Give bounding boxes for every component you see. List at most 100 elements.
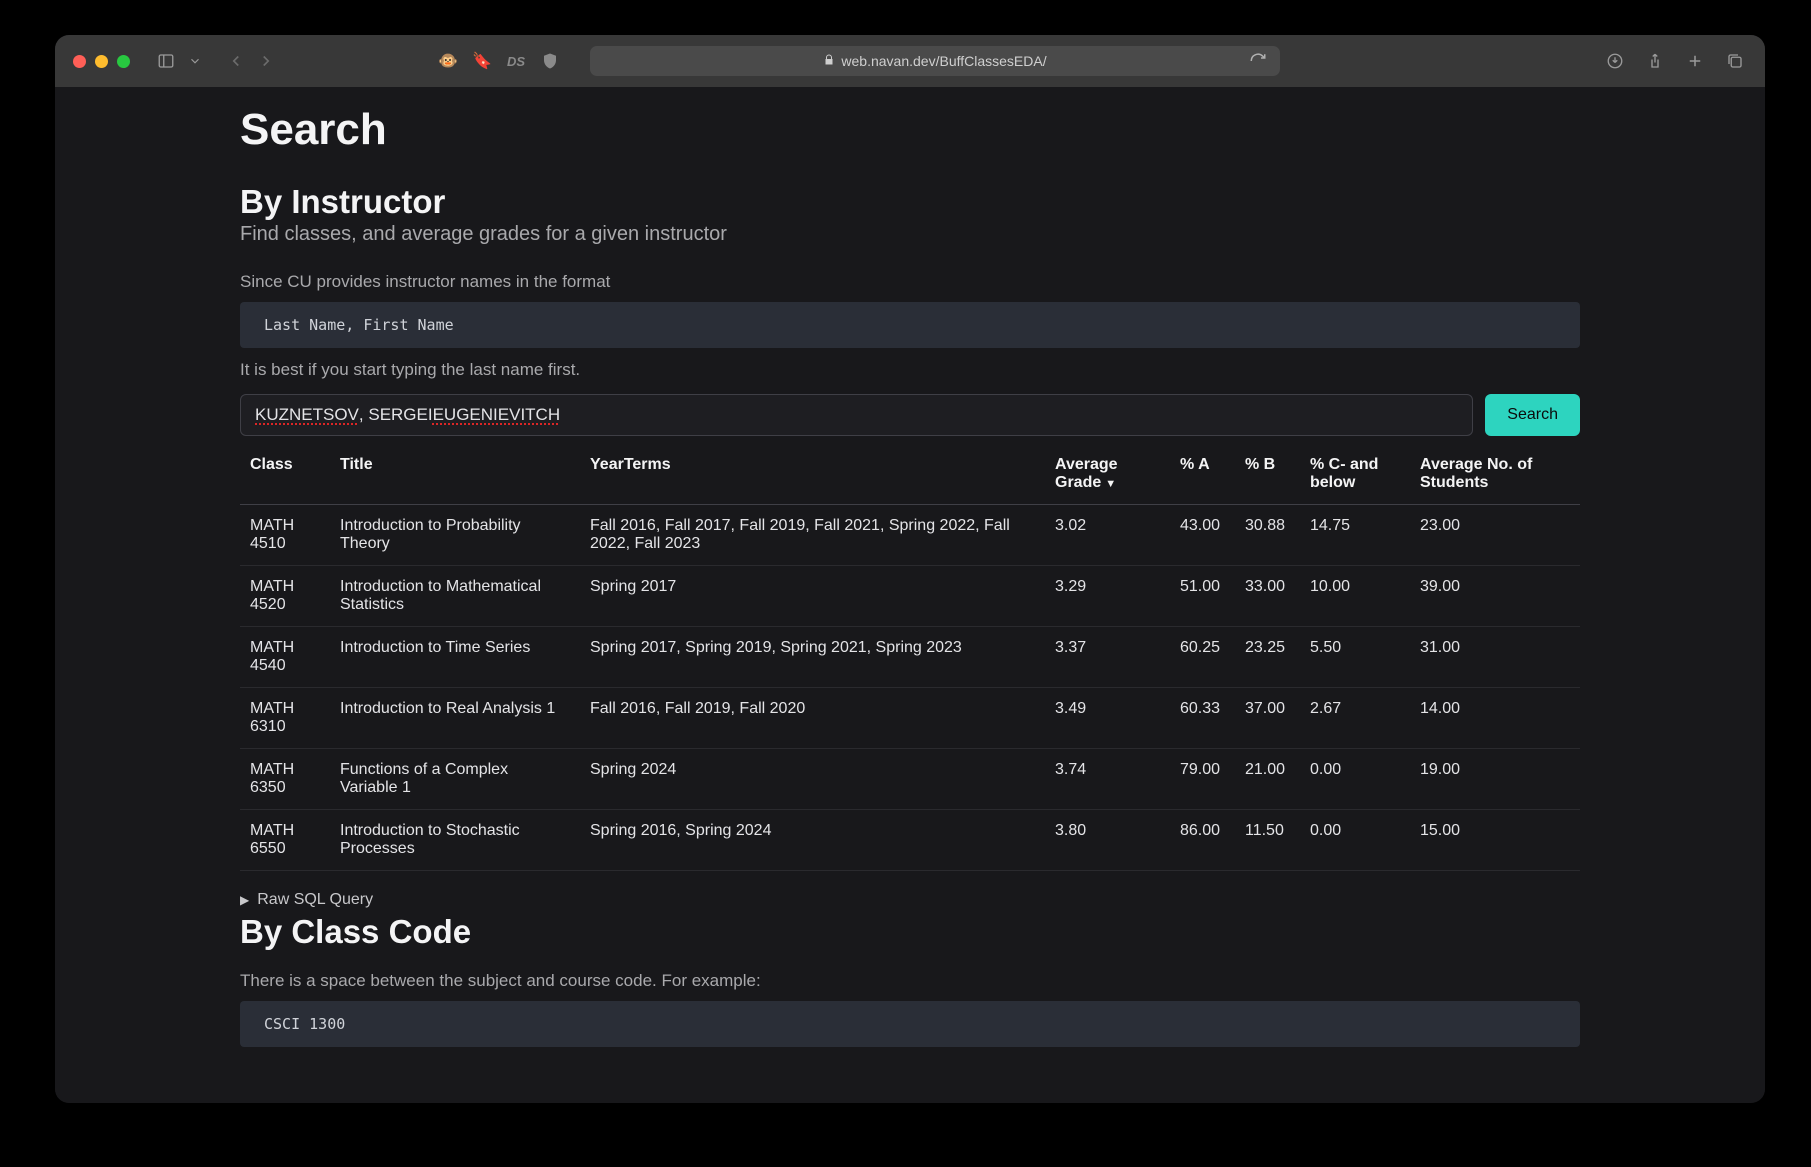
- cell-pct-a: 79.00: [1170, 749, 1235, 810]
- col-header-pct-a[interactable]: % A: [1170, 444, 1235, 505]
- sidebar-toggle-icon[interactable]: [154, 49, 178, 73]
- reload-icon[interactable]: [1246, 49, 1270, 73]
- instructor-subtitle: Find classes, and average grades for a g…: [240, 223, 1580, 246]
- cell-class: MATH 4540: [240, 627, 330, 688]
- shield-icon[interactable]: [538, 49, 562, 73]
- cell-avg: 3.29: [1045, 566, 1170, 627]
- cell-class: MATH 6550: [240, 810, 330, 871]
- cell-pct-a: 86.00: [1170, 810, 1235, 871]
- col-header-students[interactable]: Average No. of Students: [1410, 444, 1580, 505]
- cell-title: Introduction to Probability Theory: [330, 505, 580, 566]
- cell-students: 14.00: [1410, 688, 1580, 749]
- cell-pct-b: 23.25: [1235, 627, 1300, 688]
- cell-pct-b: 30.88: [1235, 505, 1300, 566]
- page-title: Search: [240, 105, 1580, 155]
- tabs-overview-icon[interactable]: [1723, 49, 1747, 73]
- cell-pct-b: 21.00: [1235, 749, 1300, 810]
- cell-class: MATH 6350: [240, 749, 330, 810]
- input-text-part: EUGENIEVITCH: [433, 405, 561, 425]
- lock-icon: [823, 54, 835, 69]
- cell-students: 15.00: [1410, 810, 1580, 871]
- table-row: MATH 4540Introduction to Time SeriesSpri…: [240, 627, 1580, 688]
- cell-pct-a: 60.25: [1170, 627, 1235, 688]
- cell-pct-c: 5.50: [1300, 627, 1410, 688]
- cell-students: 39.00: [1410, 566, 1580, 627]
- cell-avg: 3.02: [1045, 505, 1170, 566]
- downloads-icon[interactable]: [1603, 49, 1627, 73]
- extension-icon-3[interactable]: DS: [504, 49, 528, 73]
- disclosure-triangle-icon: ▶: [240, 893, 249, 907]
- raw-sql-disclosure[interactable]: ▶ Raw SQL Query: [240, 891, 1580, 909]
- cell-students: 19.00: [1410, 749, 1580, 810]
- cell-class: MATH 4510: [240, 505, 330, 566]
- cell-class: MATH 4520: [240, 566, 330, 627]
- cell-avg: 3.74: [1045, 749, 1170, 810]
- cell-avg: 3.37: [1045, 627, 1170, 688]
- maximize-window-button[interactable]: [117, 55, 130, 68]
- cell-title: Introduction to Time Series: [330, 627, 580, 688]
- table-row: MATH 6310Introduction to Real Analysis 1…: [240, 688, 1580, 749]
- browser-window: 🐵 🔖 DS web.navan.dev/BuffClassesEDA/: [55, 35, 1765, 1103]
- table-row: MATH 6350Functions of a Complex Variable…: [240, 749, 1580, 810]
- forward-button[interactable]: [254, 49, 278, 73]
- table-row: MATH 6550Introduction to Stochastic Proc…: [240, 810, 1580, 871]
- extension-icon-2[interactable]: 🔖: [470, 49, 494, 73]
- search-button[interactable]: Search: [1485, 394, 1580, 436]
- disclosure-label: Raw SQL Query: [257, 891, 373, 909]
- minimize-window-button[interactable]: [95, 55, 108, 68]
- cell-students: 23.00: [1410, 505, 1580, 566]
- col-header-avg-grade[interactable]: Average Grade▼: [1045, 444, 1170, 505]
- cell-terms: Spring 2017, Spring 2019, Spring 2021, S…: [580, 627, 1045, 688]
- cell-terms: Fall 2016, Fall 2017, Fall 2019, Fall 20…: [580, 505, 1045, 566]
- traffic-lights: [73, 55, 130, 68]
- class-code-note: There is a space between the subject and…: [240, 971, 1580, 991]
- cell-pct-b: 37.00: [1235, 688, 1300, 749]
- page-content: Search By Instructor Find classes, and a…: [55, 87, 1765, 1103]
- url-bar[interactable]: web.navan.dev/BuffClassesEDA/: [590, 46, 1280, 76]
- back-button[interactable]: [224, 49, 248, 73]
- class-code-heading: By Class Code: [240, 913, 1580, 951]
- cell-terms: Spring 2017: [580, 566, 1045, 627]
- url-text: web.navan.dev/BuffClassesEDA/: [841, 53, 1046, 69]
- extension-icon-1[interactable]: 🐵: [436, 49, 460, 73]
- cell-class: MATH 6310: [240, 688, 330, 749]
- cell-avg: 3.80: [1045, 810, 1170, 871]
- cell-terms: Spring 2016, Spring 2024: [580, 810, 1045, 871]
- table-row: MATH 4510Introduction to Probability The…: [240, 505, 1580, 566]
- cell-pct-c: 2.67: [1300, 688, 1410, 749]
- table-row: MATH 4520Introduction to Mathematical St…: [240, 566, 1580, 627]
- cell-title: Introduction to Stochastic Processes: [330, 810, 580, 871]
- share-icon[interactable]: [1643, 49, 1667, 73]
- cell-pct-a: 43.00: [1170, 505, 1235, 566]
- input-text-part: KUZNETSOV: [255, 405, 359, 425]
- table-header-row: Class Title YearTerms Average Grade▼ % A…: [240, 444, 1580, 505]
- cell-pct-a: 51.00: [1170, 566, 1235, 627]
- cell-terms: Fall 2016, Fall 2019, Fall 2020: [580, 688, 1045, 749]
- format-example: Last Name, First Name: [240, 302, 1580, 348]
- col-header-pct-b[interactable]: % B: [1235, 444, 1300, 505]
- sort-desc-icon: ▼: [1105, 478, 1116, 490]
- cell-pct-c: 0.00: [1300, 749, 1410, 810]
- cell-title: Introduction to Mathematical Statistics: [330, 566, 580, 627]
- col-header-class[interactable]: Class: [240, 444, 330, 505]
- cell-title: Introduction to Real Analysis 1: [330, 688, 580, 749]
- cell-students: 31.00: [1410, 627, 1580, 688]
- cell-avg: 3.49: [1045, 688, 1170, 749]
- col-header-terms[interactable]: YearTerms: [580, 444, 1045, 505]
- instructor-search-input[interactable]: KUZNETSOV, SERGEI EUGENIEVITCH: [240, 394, 1473, 436]
- class-code-example: CSCI 1300: [240, 1001, 1580, 1047]
- cell-title: Functions of a Complex Variable 1: [330, 749, 580, 810]
- cell-pct-a: 60.33: [1170, 688, 1235, 749]
- instructor-heading: By Instructor: [240, 183, 1580, 221]
- chevron-down-icon[interactable]: [188, 49, 202, 73]
- col-header-title[interactable]: Title: [330, 444, 580, 505]
- cell-pct-c: 0.00: [1300, 810, 1410, 871]
- col-header-pct-c[interactable]: % C- and below: [1300, 444, 1410, 505]
- new-tab-icon[interactable]: [1683, 49, 1707, 73]
- input-text-part: , SERGEI: [359, 405, 433, 425]
- results-table: Class Title YearTerms Average Grade▼ % A…: [240, 444, 1580, 871]
- titlebar: 🐵 🔖 DS web.navan.dev/BuffClassesEDA/: [55, 35, 1765, 87]
- cell-terms: Spring 2024: [580, 749, 1045, 810]
- format-note-before: Since CU provides instructor names in th…: [240, 272, 1580, 292]
- close-window-button[interactable]: [73, 55, 86, 68]
